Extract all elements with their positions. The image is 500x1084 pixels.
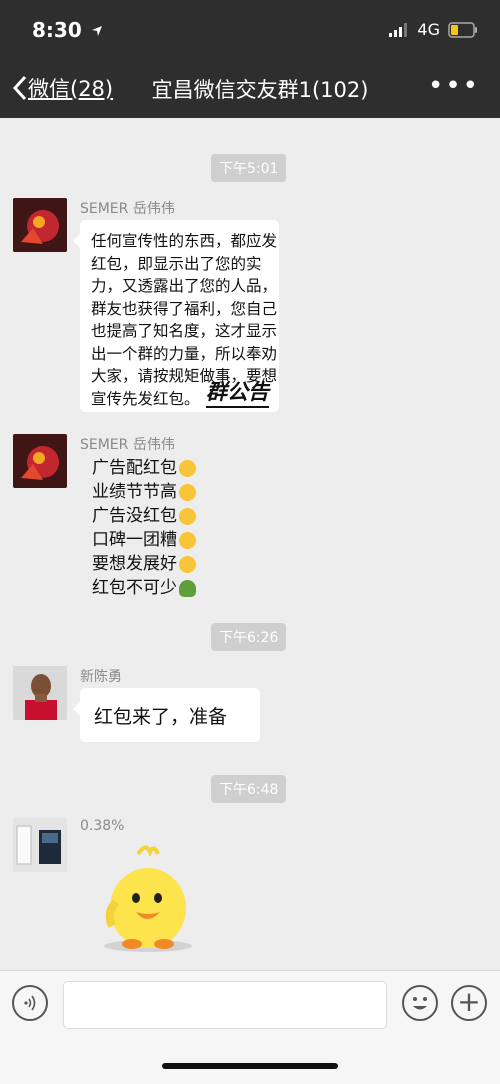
emoji-face bbox=[413, 997, 427, 1010]
voice-waves bbox=[24, 995, 36, 1011]
nav-bar: 微信(28) 宜昌微信交友群1(102) ••• bbox=[0, 60, 500, 118]
text-line: 广告没红包 bbox=[92, 504, 196, 528]
status-time: 8:30 bbox=[32, 18, 103, 42]
frowning-emoji-icon bbox=[179, 507, 196, 525]
status-right: 4G bbox=[389, 20, 478, 39]
timestamp: 下午5:01 bbox=[211, 154, 287, 182]
avatar-image bbox=[13, 666, 67, 720]
yellow-duck-sticker[interactable] bbox=[88, 842, 208, 954]
message-text: 红包来了，准备 bbox=[94, 706, 228, 728]
avatar[interactable] bbox=[13, 818, 67, 872]
message-input[interactable] bbox=[63, 981, 387, 1029]
avatar[interactable] bbox=[13, 198, 67, 252]
avatar-image bbox=[13, 434, 67, 488]
line-text: 口碑一团糟 bbox=[92, 530, 177, 550]
text-line: 要想发展好 bbox=[92, 552, 196, 576]
dizzy-emoji-icon bbox=[179, 531, 196, 549]
sender-name: SEMER 岳伟伟 bbox=[80, 437, 175, 453]
signal-icon bbox=[389, 22, 408, 37]
sender-name: 新陈勇 bbox=[80, 669, 122, 685]
grinning-emoji-icon bbox=[179, 459, 196, 477]
more-icon[interactable]: ••• bbox=[428, 73, 480, 99]
timestamp: 下午6:48 bbox=[211, 775, 287, 803]
text-line: 业绩节节高 bbox=[92, 480, 196, 504]
timestamp: 下午6:26 bbox=[211, 623, 287, 651]
message-bubble[interactable]: 任何宣传性的东西，都应发红包，即显示出了您的实力，又透露出了您的人品，群友也获得… bbox=[73, 220, 279, 412]
message-text[interactable]: 广告配红包 业绩节节高 广告没红包 口碑一团糟 要想发展好 红包不可少 bbox=[92, 456, 196, 600]
plus-icon[interactable]: + bbox=[451, 985, 487, 1021]
line-text: 业绩节节高 bbox=[92, 482, 177, 502]
voice-icon[interactable] bbox=[12, 985, 48, 1021]
text-line: 广告配红包 bbox=[92, 456, 196, 480]
line-text: 广告配红包 bbox=[92, 458, 177, 478]
network-label: 4G bbox=[417, 20, 440, 39]
status-bar: 8:30 4G bbox=[0, 0, 500, 60]
line-text: 要想发展好 bbox=[92, 554, 177, 574]
sender-name: 0.38% bbox=[80, 818, 125, 834]
avatar-image bbox=[13, 198, 67, 252]
chat-area[interactable]: 下午5:01 SEMER 岳伟伟 任何宣传性的东西，都应发红包，即显示出了您的实… bbox=[0, 118, 500, 970]
emoji-icon[interactable] bbox=[402, 985, 438, 1021]
avatar-image bbox=[13, 818, 67, 872]
message-bubble[interactable]: 红包来了，准备 bbox=[73, 688, 260, 742]
smiling-emoji-icon bbox=[179, 555, 196, 573]
line-text: 广告没红包 bbox=[92, 506, 177, 526]
turtle-emoji-icon bbox=[179, 579, 196, 597]
text-line: 红包不可少 bbox=[92, 576, 196, 600]
avatar[interactable] bbox=[13, 434, 67, 488]
text-line: 口碑一团糟 bbox=[92, 528, 196, 552]
location-arrow-icon bbox=[91, 26, 102, 36]
battery-icon bbox=[448, 21, 477, 38]
line-text: 红包不可少 bbox=[92, 578, 177, 598]
avatar[interactable] bbox=[13, 666, 67, 720]
status-time-text: 8:30 bbox=[32, 18, 82, 42]
sender-name: SEMER 岳伟伟 bbox=[80, 201, 175, 217]
sunglasses-emoji-icon bbox=[179, 483, 196, 501]
home-indicator bbox=[162, 1063, 338, 1069]
notice-signature: 群公告 bbox=[206, 376, 269, 408]
chat-title: 宜昌微信交友群1(102) bbox=[151, 78, 369, 102]
